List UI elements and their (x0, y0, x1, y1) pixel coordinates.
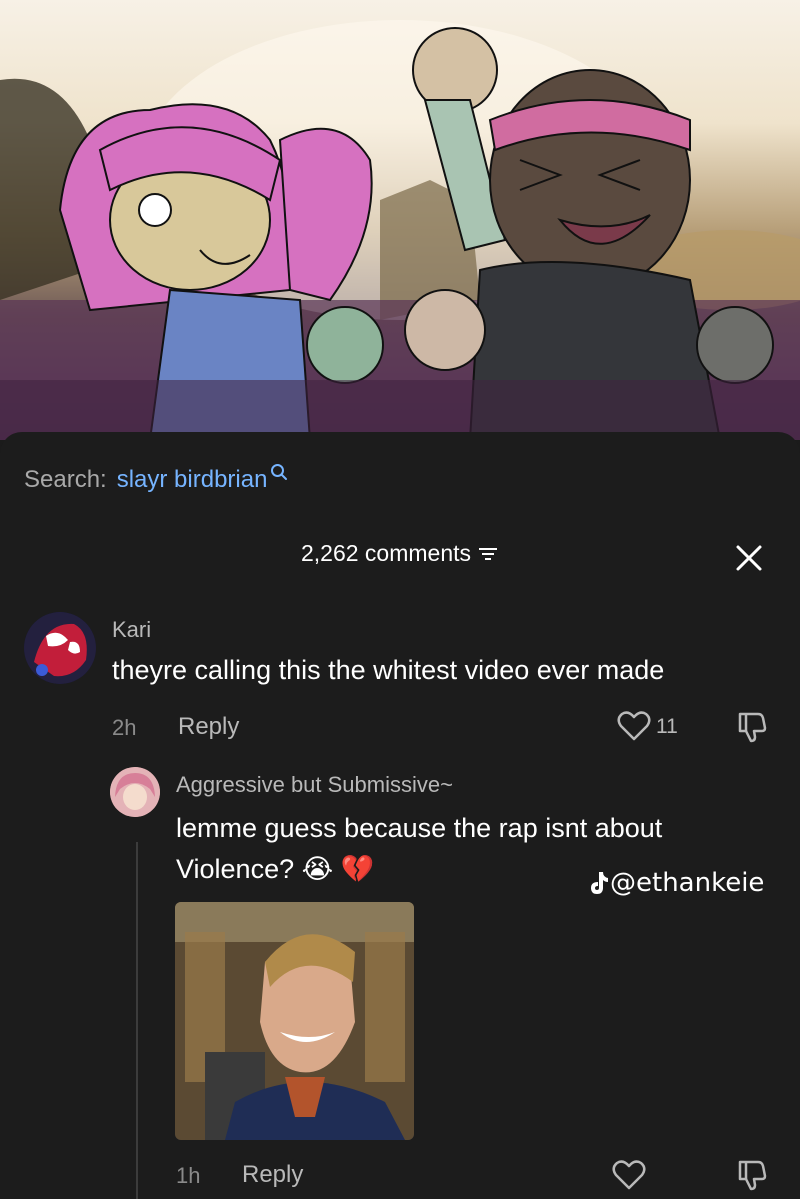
watermark-handle: @ethankeie (610, 868, 765, 898)
close-icon[interactable] (734, 543, 764, 573)
reply-username[interactable]: Aggressive but Submissive~ (176, 772, 453, 798)
tiktok-watermark: @ethankeie (588, 868, 764, 898)
reply-dislike-icon[interactable] (734, 1158, 768, 1192)
homelander-laughing-image (175, 902, 414, 1140)
spider-man-avatar-icon (24, 612, 96, 684)
reply-text-line-2: Violence? 😭 💔 (176, 854, 375, 884)
reply-reply-button[interactable]: Reply (242, 1161, 303, 1189)
search-term-link[interactable]: slayr birdbrian (117, 466, 268, 494)
avatar[interactable] (24, 612, 96, 684)
reply-heart-icon[interactable] (612, 1159, 646, 1191)
tiktok-icon (591, 872, 608, 894)
video-illustration (0, 20, 800, 440)
reply-avatar[interactable] (110, 767, 160, 817)
reply-time: 1h (176, 1163, 201, 1188)
video-frame[interactable] (0, 0, 800, 440)
heart-icon[interactable] (617, 710, 651, 742)
comment-text: theyre calling this the whitest video ev… (112, 655, 665, 685)
comments-count: 2,262 comments (300, 540, 472, 566)
dislike-icon[interactable] (734, 710, 768, 744)
reply-button[interactable]: Reply (178, 713, 239, 741)
sort-filter-icon[interactable] (477, 545, 499, 563)
comment-username[interactable]: Kari (112, 617, 151, 643)
reply-text-line-1: lemme guess because the rap isnt about (176, 813, 663, 843)
comment-time: 2h (112, 715, 137, 740)
comments-count-header[interactable]: 2,262 comments (0, 540, 800, 567)
anime-girl-avatar-icon (110, 767, 160, 817)
search-prefix: Search: (24, 466, 107, 493)
reply-attachment-image[interactable] (175, 902, 414, 1140)
search-icon (271, 464, 288, 480)
search-suggestion[interactable]: Search: slayr birdbrian (24, 464, 288, 494)
thread-line (136, 842, 138, 1199)
like-count: 11 (656, 715, 678, 738)
